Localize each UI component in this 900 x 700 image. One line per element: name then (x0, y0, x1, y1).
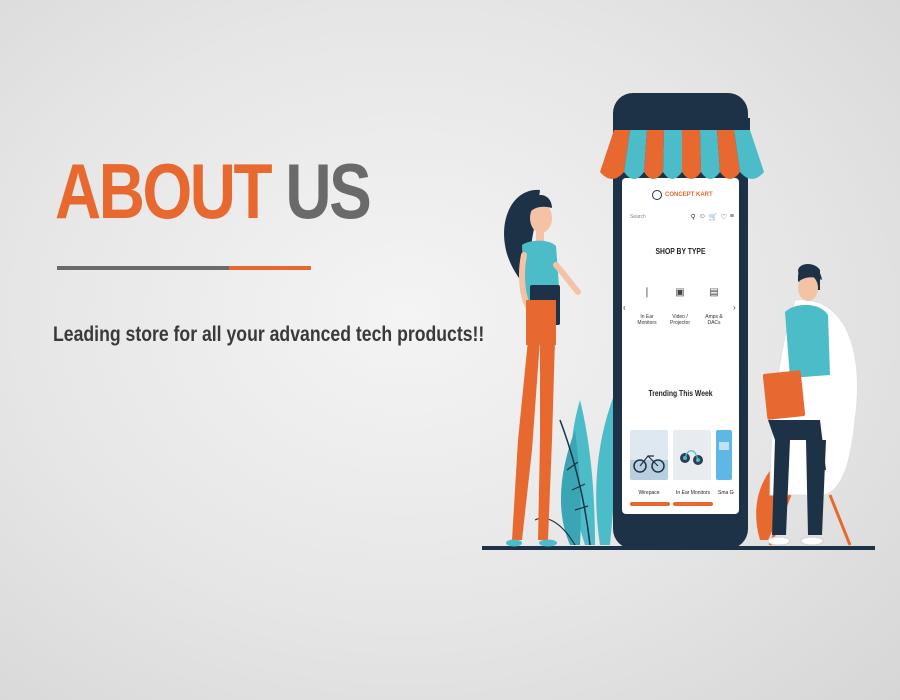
search-input[interactable]: Search (630, 214, 646, 220)
shop-by-type-heading: SHOP BY TYPE (655, 247, 706, 256)
product-title[interactable]: In Ear Monitors (672, 490, 714, 496)
product-title[interactable]: Sma Ge (718, 490, 734, 496)
amplifier-icon: ▤ (709, 287, 719, 298)
category-label: Projector (669, 320, 690, 327)
category-amps-dacs[interactable]: ▤ Amps & DACs (697, 287, 731, 327)
product-card-image[interactable] (630, 430, 668, 480)
illustration (482, 189, 875, 550)
user-icon[interactable]: ☺ (699, 213, 706, 221)
bicycle-product-image (630, 430, 668, 480)
store-logo[interactable]: CONCEPT KART (652, 188, 722, 202)
shop-awning (600, 118, 764, 179)
trending-heading: Trending This Week (648, 389, 713, 398)
phone-header-row: Search ⚲ ☺ 🛒 ♡ ≡ (630, 211, 734, 223)
earphones-icon: ❘ (642, 287, 652, 298)
earphones-product-image (673, 430, 711, 480)
category-label: Video / (672, 314, 688, 320)
projector-icon: ▣ (675, 287, 685, 298)
gadget-product-image (716, 430, 732, 480)
logo-icon (652, 190, 662, 200)
product-button-bar[interactable] (673, 502, 713, 506)
carousel-prev-icon[interactable]: ‹ (623, 303, 626, 312)
carousel-next-icon[interactable]: › (733, 303, 736, 312)
category-video-projector[interactable]: ▣ Video / Projector (663, 287, 697, 327)
product-title[interactable]: Wirepace (628, 490, 670, 496)
cart-icon[interactable]: 🛒 (709, 213, 718, 221)
category-label: Monitors (637, 320, 657, 327)
category-in-ear-monitors[interactable]: ❘ In Ear Monitors (630, 287, 664, 327)
category-label: DACs (707, 320, 721, 327)
search-icon[interactable]: ⚲ (691, 213, 696, 221)
sitting-man-illustration (762, 264, 858, 546)
product-card-image[interactable] (716, 430, 732, 480)
product-button-bar[interactable] (630, 502, 670, 506)
menu-icon[interactable]: ≡ (730, 213, 734, 221)
category-label: Amps & (705, 314, 723, 320)
store-brand-name: CONCEPT KART (665, 192, 713, 198)
wishlist-icon[interactable]: ♡ (721, 213, 727, 221)
product-card-image[interactable] (673, 430, 711, 480)
category-label: In Ear (640, 314, 654, 320)
